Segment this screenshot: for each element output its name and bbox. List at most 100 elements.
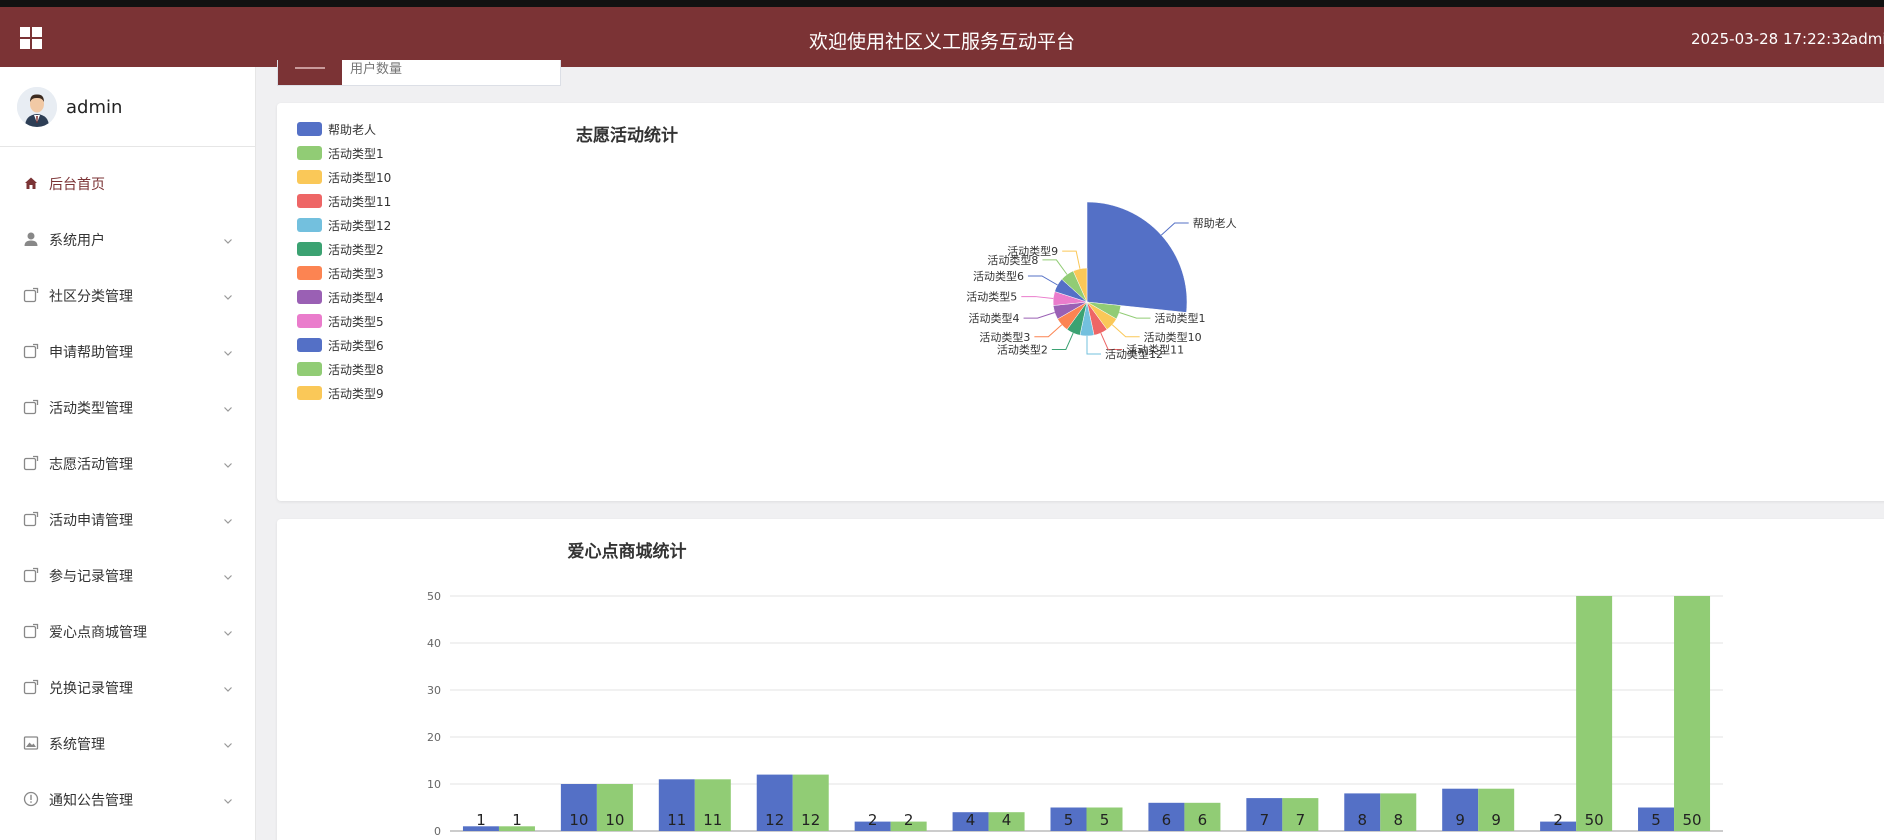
y-tick-label: 10	[427, 778, 441, 791]
pie-slice-label: 活动类型12	[1105, 347, 1163, 361]
top-header: 欢迎使用社区义工服务互动平台 2025-03-28 17:22:32 admi	[0, 7, 1884, 67]
sidebar-item-label: 活动类型管理	[49, 401, 133, 417]
chevron-down-icon	[223, 735, 233, 748]
sidebar-item[interactable]: 兑换记录管理	[0, 667, 256, 707]
pie-label-line	[1051, 332, 1074, 351]
sidebar-item-label: 爱心点商城管理	[49, 625, 147, 641]
pie-label-line	[1111, 324, 1140, 338]
bar[interactable]	[1576, 596, 1613, 831]
user-icon	[23, 231, 39, 247]
bar-value-label: 5	[1100, 811, 1110, 829]
bar-value-label: 2	[904, 811, 914, 829]
bar-value-label: 9	[1455, 811, 1465, 829]
bar-value-label: 4	[1002, 811, 1012, 829]
header-title: 欢迎使用社区义工服务互动平台	[808, 31, 1075, 53]
sidebar-item[interactable]: 社区分类管理	[0, 275, 256, 315]
sidebar-item[interactable]: 申请帮助管理	[0, 331, 256, 371]
module-icon	[23, 287, 39, 303]
y-tick-label: 30	[427, 684, 441, 697]
pie-label-line	[1062, 250, 1081, 269]
sidebar-item[interactable]: 爱心点商城管理	[0, 611, 256, 651]
sidebar-item[interactable]: 后台首页	[0, 163, 256, 203]
sidebar-item[interactable]: 系统管理	[0, 723, 256, 763]
module-icon	[23, 567, 39, 583]
bar-value-label: 9	[1491, 811, 1501, 829]
sidebar-item[interactable]: 活动申请管理	[0, 499, 256, 539]
pie-label-line	[1034, 324, 1063, 338]
bar-value-label: 1	[512, 811, 522, 829]
chevron-down-icon	[223, 455, 233, 468]
sidebar-item[interactable]: 活动类型管理	[0, 387, 256, 427]
sidebar-item-label: 申请帮助管理	[49, 345, 133, 361]
pie-label-line	[1160, 222, 1189, 236]
home-icon	[23, 175, 39, 191]
sidebar-item-label: 兑换记录管理	[49, 681, 133, 697]
bar-value-label: 8	[1393, 811, 1403, 829]
pie-chart: 帮助老人活动类型1活动类型10活动类型11活动类型12活动类型2活动类型3活动类…	[966, 201, 1237, 361]
module-icon	[23, 679, 39, 695]
sidebar-item-label: 社区分类管理	[49, 289, 133, 305]
bar-value-label: 1	[476, 811, 486, 829]
sidebar-item-label: 系统用户	[49, 233, 105, 249]
chevron-down-icon	[223, 791, 233, 804]
sidebar-item[interactable]: 系统用户	[0, 219, 256, 259]
pie-label-line	[1042, 259, 1068, 275]
bar-value-label: 6	[1162, 811, 1172, 829]
bar-value-label: 2	[1553, 811, 1563, 829]
image-icon	[23, 735, 39, 751]
header-user[interactable]: admi	[1849, 30, 1884, 48]
bar-value-label: 5	[1064, 811, 1074, 829]
pie-slice-label: 活动类型1	[1154, 311, 1205, 325]
bar-value-label: 10	[605, 811, 624, 829]
sidebar-item[interactable]: 志愿活动管理	[0, 443, 256, 483]
sidebar-item-label: 通知公告管理	[49, 793, 133, 809]
pie-label-line	[1027, 275, 1058, 286]
sidebar-item-label: 活动申请管理	[49, 513, 133, 529]
volunteer-stats-card: 志愿活动统计 帮助老人 活动类型1 活动类型10 活动类型11 活动类型12 活动类型2 活…	[277, 103, 1884, 501]
info-icon	[23, 791, 39, 807]
chevron-down-icon	[223, 679, 233, 692]
chevron-down-icon	[223, 343, 233, 356]
pie-slice-label: 活动类型4	[969, 311, 1020, 325]
module-icon	[23, 455, 39, 471]
bar-value-label: 4	[966, 811, 976, 829]
sidebar: admin 后台首页系统用户社区分类管理 申请帮助管理 活动类型管理 志愿活动管理 活动…	[0, 67, 256, 840]
sidebar-item-label: 系统管理	[49, 737, 105, 753]
pie-label-line	[1023, 312, 1055, 319]
bar-value-label: 11	[703, 811, 722, 829]
chevron-down-icon	[223, 623, 233, 636]
bar-value-label: 12	[765, 811, 784, 829]
pie-label-line	[1119, 312, 1151, 319]
bar-value-label: 10	[569, 811, 588, 829]
bar-value-label: 50	[1682, 811, 1701, 829]
search-bar	[277, 57, 561, 86]
profile-username: admin	[66, 97, 123, 118]
sidebar-item[interactable]: 通知公告管理	[0, 779, 256, 819]
search-prefix[interactable]	[278, 60, 342, 85]
bar-value-label: 8	[1357, 811, 1367, 829]
chevron-down-icon	[223, 287, 233, 300]
bar-value-label: 11	[667, 811, 686, 829]
bar-chart: 0 10 20 30 40 50 1 10 11 12 2 4 5 6 7 8 9 2 5 1 10 11 12 2 4 5 6 7 8…	[427, 590, 1723, 838]
bar-value-label: 6	[1198, 811, 1208, 829]
sidebar-item-label: 后台首页	[49, 177, 105, 193]
pie-slice-label: 活动类型2	[997, 343, 1048, 357]
module-icon	[23, 623, 39, 639]
bar-value-label: 50	[1585, 811, 1604, 829]
pie-slice-label: 帮助老人	[1193, 216, 1237, 230]
pie-label-line	[1086, 336, 1101, 355]
bar-value-label: 12	[801, 811, 820, 829]
sidebar-item-label: 志愿活动管理	[49, 457, 133, 473]
bar-value-label: 7	[1296, 811, 1306, 829]
module-icon	[23, 511, 39, 527]
pie-slice[interactable]	[1086, 201, 1188, 313]
bar[interactable]	[1674, 596, 1711, 831]
module-icon	[23, 399, 39, 415]
pie-slice-label: 活动类型3	[979, 330, 1030, 344]
search-input[interactable]	[350, 57, 550, 81]
window-top-border	[0, 0, 1884, 7]
y-tick-label: 20	[427, 731, 441, 744]
sidebar-item-label: 参与记录管理	[49, 569, 133, 585]
mall-stats-card: 爱心点商城统计 0 10 20 30 40 50 1 10 11 12 2 4 5 6 7 8 9 2 5 1 10 11…	[277, 519, 1884, 840]
bar-value-label: 2	[868, 811, 878, 829]
